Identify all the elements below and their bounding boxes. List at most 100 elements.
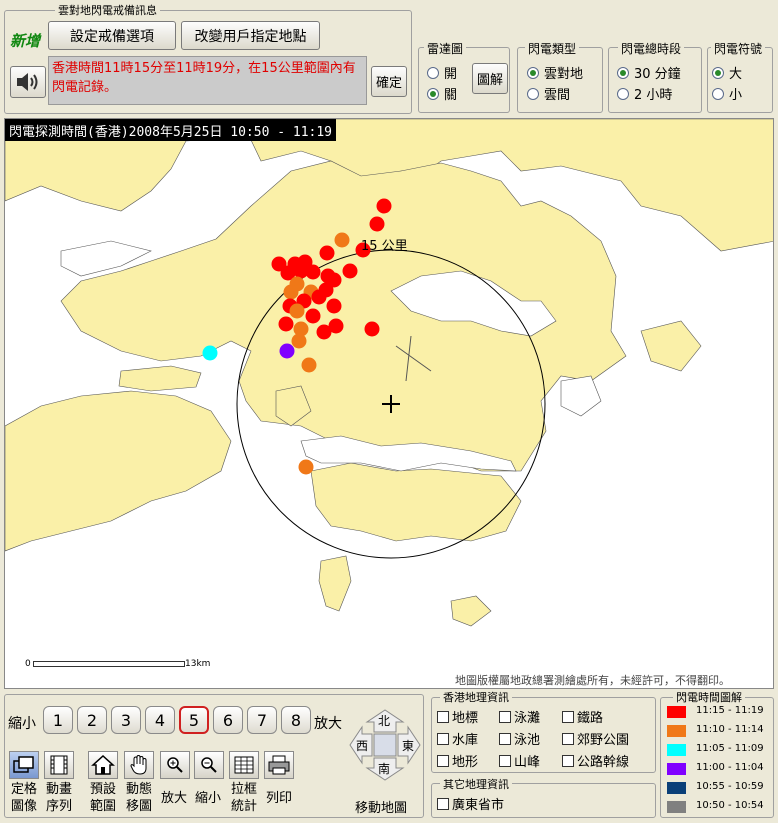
geo-info-title: 香港地理資訊 [440, 689, 512, 705]
land-hk-island [310, 462, 522, 542]
geo-landmarks-option[interactable]: 地標 [437, 707, 478, 726]
radar-on-radio[interactable] [427, 66, 439, 79]
guangdong-cities-checkbox[interactable] [437, 797, 449, 810]
lightning-strike-marker [334, 232, 350, 248]
zoom-level-5-button[interactable]: 5 [179, 706, 209, 734]
radar-legend-button[interactable]: 圖解 [472, 63, 508, 94]
map-canvas[interactable] [5, 119, 774, 689]
lightning-strike-marker [369, 216, 385, 232]
geo-peaks-checkbox[interactable] [499, 754, 511, 767]
scale-end-label: 13km [185, 659, 211, 669]
geo-country-parks-checkbox[interactable] [562, 732, 574, 745]
zoom-level-2-button[interactable]: 2 [77, 706, 107, 734]
time-legend-label: 10:55 - 10:59 [696, 781, 764, 792]
pan-south-button[interactable]: 南 [378, 760, 390, 777]
lightning-strike-marker [283, 284, 299, 300]
fixed-image-button[interactable] [9, 751, 39, 779]
geo-pools-checkbox[interactable] [499, 732, 511, 745]
land-lamma [318, 555, 352, 612]
time-legend-title: 閃電時間圖解 [673, 689, 745, 705]
symbol-small-radio[interactable] [712, 87, 724, 100]
type-cg-radio[interactable] [527, 66, 539, 79]
radar-off-option[interactable]: 關 [427, 84, 457, 103]
preset-range-button[interactable] [88, 751, 118, 779]
period-2h-radio[interactable] [617, 87, 629, 100]
warning-message: 香港時間11時15分至11時19分，在15公里範圍內有閃電記錄。 [48, 56, 367, 105]
animation-button[interactable] [44, 751, 74, 779]
geo-highways-option[interactable]: 公路幹線 [562, 751, 629, 770]
type-cc-option[interactable]: 雲間 [527, 84, 570, 103]
zoom-out-button[interactable] [194, 751, 224, 779]
geo-peaks-option[interactable]: 山峰 [499, 751, 540, 770]
move-map-label: 移動地圖 [355, 801, 408, 816]
lightning-strike-marker [305, 264, 321, 280]
period-2h-option[interactable]: 2 小時 [617, 84, 672, 103]
radar-off-radio[interactable] [427, 87, 439, 100]
speaker-icon [17, 73, 38, 91]
geo-reservoirs-checkbox[interactable] [437, 732, 449, 745]
lightning-strike-marker [326, 272, 342, 288]
geo-pools-option[interactable]: 泳池 [499, 729, 540, 748]
type-cc-radio[interactable] [527, 87, 539, 100]
period-30min-radio[interactable] [617, 66, 629, 79]
speaker-button[interactable] [10, 66, 46, 98]
radar-group-title: 雷達圖 [424, 40, 467, 57]
confirm-button[interactable]: 確定 [371, 66, 407, 97]
lightning-strike-marker [311, 289, 327, 305]
zoom-level-4-button[interactable]: 4 [145, 706, 175, 734]
map-copyright: 地圖版權屬地政總署測繪處所有，未經許可，不得翻印。 [455, 674, 730, 687]
geo-terrain-option[interactable]: 地形 [437, 751, 478, 770]
time-legend-label: 11:00 - 11:04 [696, 762, 764, 773]
time-legend-swatch [667, 782, 686, 794]
zoom-level-7-button[interactable]: 7 [247, 706, 277, 734]
radar-on-option[interactable]: 開 [427, 63, 457, 82]
geo-reservoirs-option[interactable]: 水庫 [437, 729, 478, 748]
scale-bar [33, 661, 185, 667]
range-circle-label: 15 公里 [361, 239, 408, 254]
geo-country-parks-option[interactable]: 郊野公園 [562, 729, 629, 748]
symbol-small-option[interactable]: 小 [712, 84, 742, 103]
symbol-big-radio[interactable] [712, 66, 724, 79]
land-layer [5, 119, 773, 627]
lightning-strike-marker [298, 459, 314, 475]
land-airport [118, 365, 202, 392]
lightning-map[interactable]: 閃電探測時間(香港)2008年5月25日 10:50 - 11:19 15 公里… [4, 118, 774, 689]
geo-landmarks-checkbox[interactable] [437, 710, 449, 723]
time-legend-swatch [667, 763, 686, 775]
geo-railway-checkbox[interactable] [562, 710, 574, 723]
scale-start-label: 0 [25, 659, 31, 669]
change-location-button[interactable]: 改變用戶指定地點 [181, 21, 320, 50]
zoom-level-8-button[interactable]: 8 [281, 706, 311, 734]
zoom-level-3-button[interactable]: 3 [111, 706, 141, 734]
table-icon [234, 756, 254, 774]
geo-terrain-checkbox[interactable] [437, 754, 449, 767]
period-30min-option[interactable]: 30 分鐘 [617, 63, 681, 82]
pan-east-button[interactable]: 東 [402, 737, 414, 754]
zoom-level-1-button[interactable]: 1 [43, 706, 73, 734]
magnifier-plus-icon [167, 757, 183, 773]
geo-highways-checkbox[interactable] [562, 754, 574, 767]
geo-railway-option[interactable]: 鐵路 [562, 707, 603, 726]
symbol-big-option[interactable]: 大 [712, 63, 742, 82]
geo-beaches-checkbox[interactable] [499, 710, 511, 723]
pan-button[interactable] [124, 751, 154, 779]
print-button[interactable] [264, 751, 294, 779]
pan-label: 動態 移圖 [125, 782, 152, 814]
set-alert-options-button[interactable]: 設定戒備選項 [48, 21, 176, 50]
zoom-in-button[interactable] [160, 751, 190, 779]
zoom-out-tool-label: 縮小 [194, 791, 221, 806]
type-cg-option[interactable]: 雲對地 [527, 63, 583, 82]
lightning-strike-marker [328, 318, 344, 334]
time-legend-swatch [667, 744, 686, 756]
time-legend-label: 11:10 - 11:14 [696, 724, 764, 735]
animation-label: 動畫 序列 [45, 782, 72, 814]
zoom-level-6-button[interactable]: 6 [213, 706, 243, 734]
time-legend-label: 11:15 - 11:19 [696, 705, 764, 716]
time-legend-swatch [667, 725, 686, 737]
guangdong-cities-option[interactable]: 廣東省市 [437, 794, 504, 813]
pan-west-button[interactable]: 西 [356, 737, 368, 754]
geo-beaches-option[interactable]: 泳灘 [499, 707, 540, 726]
pan-north-button[interactable]: 北 [378, 712, 390, 729]
zoom-in-tool-label: 放大 [160, 791, 187, 806]
box-statistics-button[interactable] [229, 751, 259, 779]
